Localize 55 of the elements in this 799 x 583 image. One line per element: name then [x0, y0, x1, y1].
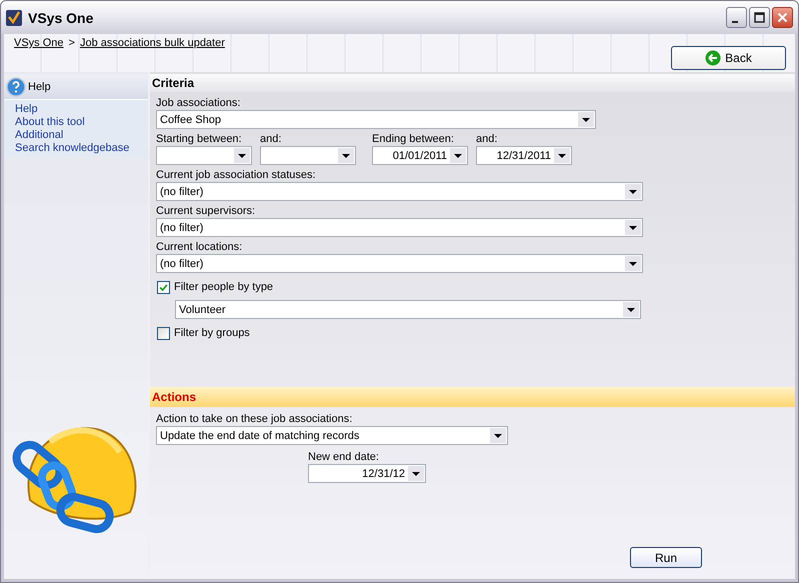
- checkbox-label: Filter by groups: [174, 327, 250, 339]
- caret-icon: [234, 148, 250, 163]
- caret-icon: [338, 148, 354, 163]
- checkmark-logo-icon: [6, 10, 22, 26]
- close-icon: [777, 12, 788, 23]
- dropdown[interactable]: 12/31/2011: [476, 146, 572, 165]
- breadcrumb-separator: >: [68, 37, 75, 49]
- minimize-icon: [732, 20, 738, 22]
- dropdown[interactable]: Coffee Shop: [156, 110, 596, 129]
- caret-icon: [408, 466, 424, 481]
- field-label: Current job association statuses:: [156, 169, 317, 182]
- section-header: Criteria: [150, 74, 795, 92]
- minimize-button[interactable]: [726, 7, 747, 28]
- dropdown[interactable]: (no filter): [156, 254, 643, 273]
- field-label: Current supervisors:: [156, 205, 256, 218]
- breadcrumb-link[interactable]: VSys One: [14, 37, 64, 49]
- field-label: and:: [260, 133, 282, 146]
- caret-icon: [450, 148, 466, 163]
- help-link[interactable]: Help: [15, 103, 138, 116]
- field-label: Job associations:: [156, 97, 242, 110]
- caret-icon: [554, 148, 570, 163]
- back-button[interactable]: Back: [671, 46, 786, 70]
- run-button[interactable]: Run: [630, 547, 702, 568]
- caret-icon: [625, 220, 641, 235]
- dropdown[interactable]: Volunteer: [175, 300, 641, 319]
- section-header: Actions: [150, 387, 795, 407]
- window-title: VSys One: [28, 10, 94, 26]
- caret-icon: [625, 256, 641, 271]
- field-label: Ending between:: [372, 133, 455, 146]
- breadcrumb-link[interactable]: Job associations bulk updater: [80, 37, 225, 49]
- help-link[interactable]: Search knowledgebase: [15, 142, 138, 155]
- close-button[interactable]: [772, 7, 793, 28]
- dropdown[interactable]: 01/01/2011: [372, 146, 468, 165]
- field-label: Starting between:: [156, 133, 243, 146]
- caret-icon: [623, 302, 639, 317]
- maximize-icon: [754, 12, 765, 23]
- help-icon: [6, 76, 26, 96]
- panel-title: Help: [28, 80, 51, 92]
- field-label: New end date:: [308, 451, 379, 463]
- dropdown[interactable]: (no filter): [156, 182, 643, 201]
- dropdown[interactable]: 12/31/12: [308, 464, 426, 483]
- field-label: and:: [476, 133, 498, 146]
- checkbox-label: Filter people by type: [174, 281, 274, 293]
- maximize-button[interactable]: [749, 7, 770, 28]
- caret-icon: [490, 428, 506, 443]
- checkbox[interactable]: [157, 280, 170, 294]
- help-link[interactable]: About this tool: [15, 116, 138, 129]
- dropdown[interactable]: Update the end date of matching records: [156, 426, 508, 445]
- field-label: Current locations:: [156, 241, 244, 254]
- checkbox[interactable]: [157, 326, 170, 340]
- caret-icon: [625, 184, 641, 199]
- caret-icon: [578, 112, 594, 127]
- dropdown[interactable]: (no filter): [156, 218, 643, 237]
- help-link[interactable]: Additional: [15, 129, 138, 142]
- field-label: Action to take on these job associations:: [156, 413, 354, 426]
